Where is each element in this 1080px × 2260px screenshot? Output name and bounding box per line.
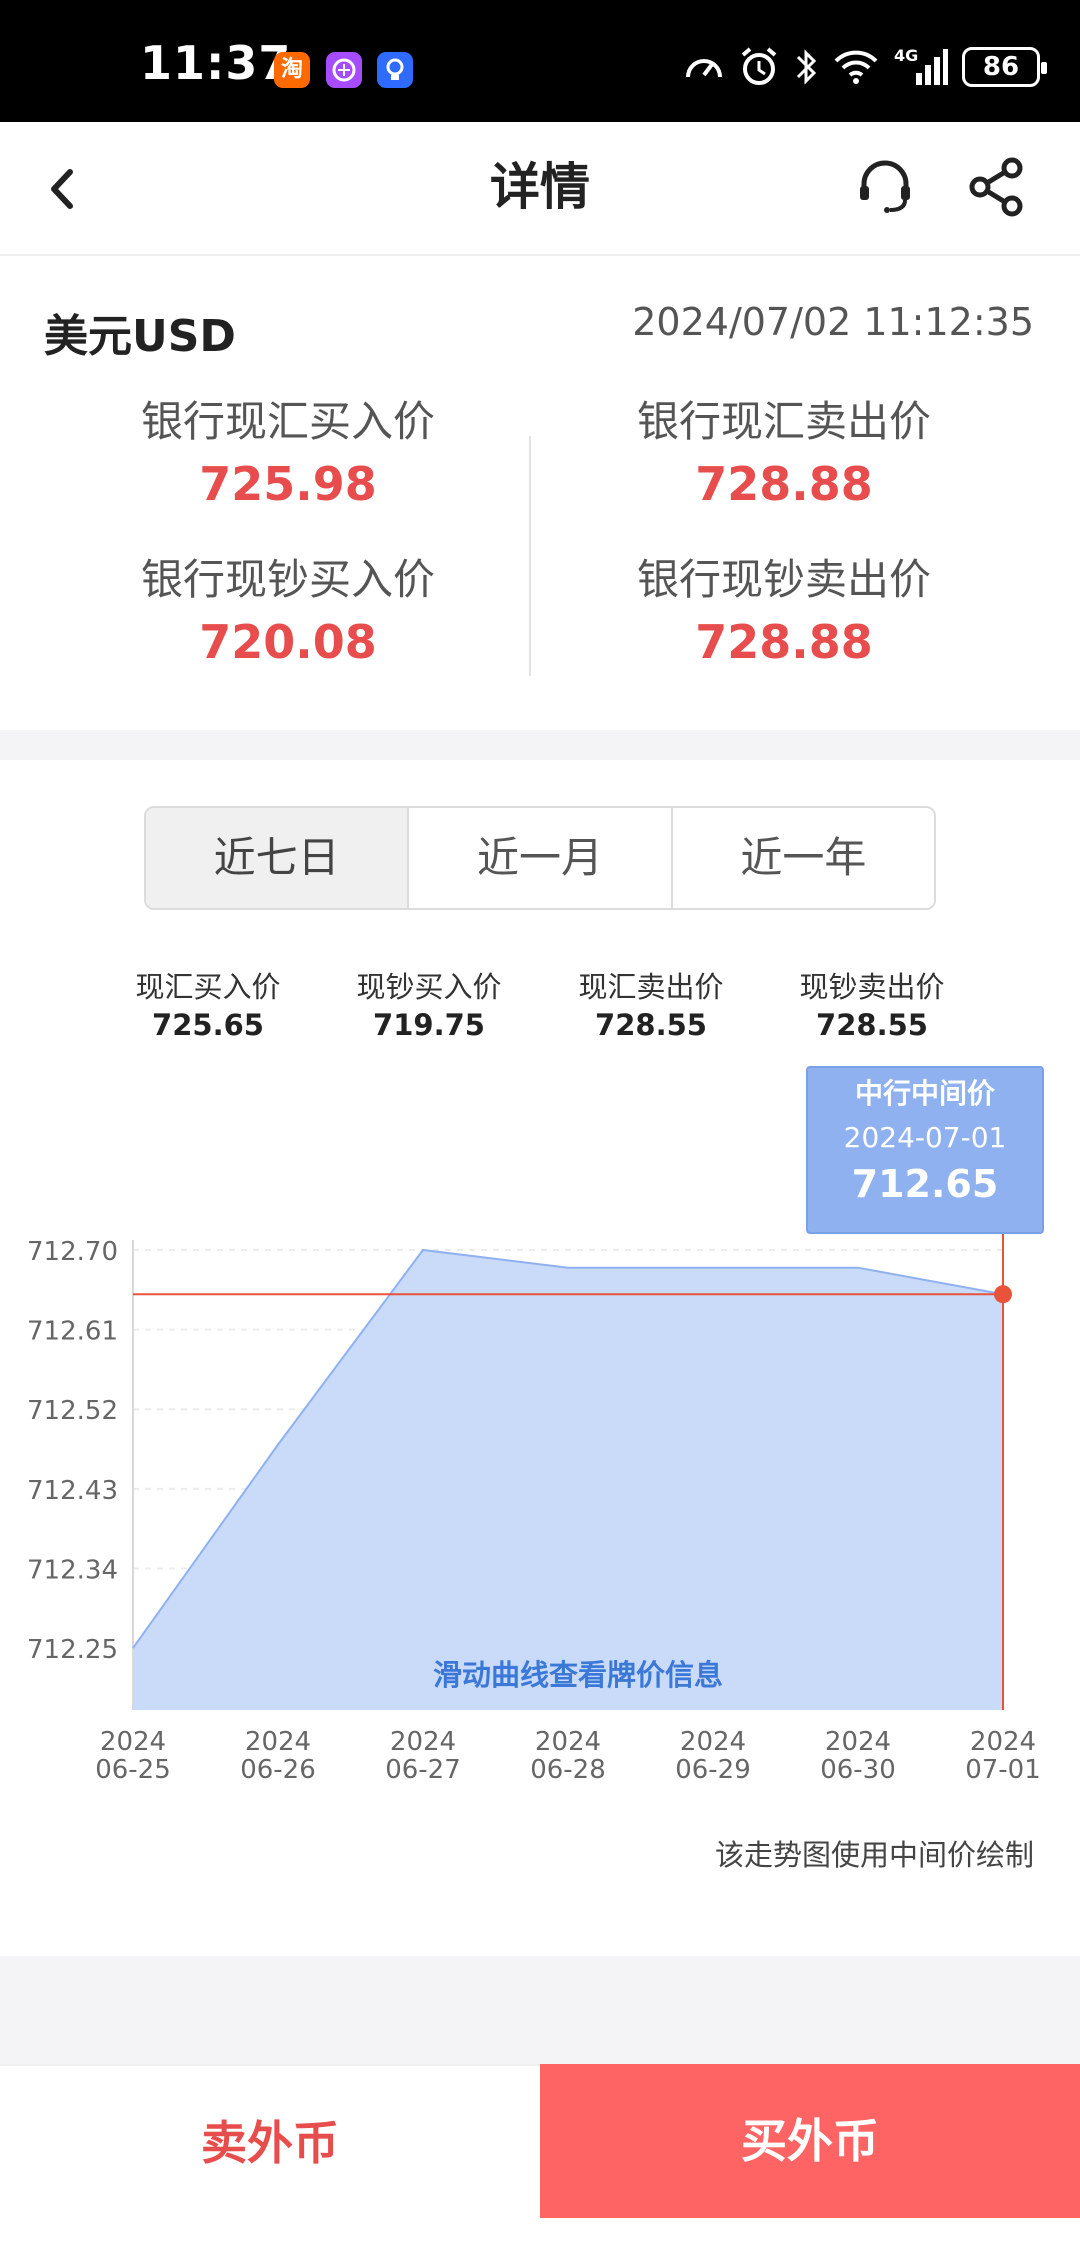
back-button[interactable] — [30, 154, 100, 224]
battery-cap — [1041, 62, 1047, 74]
buy-foreign-currency-button[interactable]: 买外币 — [540, 2064, 1080, 2218]
x-tick-date: 06-29 — [675, 1755, 751, 1785]
tooltip-title: 中行中间价 — [854, 1077, 995, 1110]
y-tick-label: 712.70 — [27, 1237, 118, 1267]
x-tick-year: 2024 — [535, 1727, 601, 1757]
bluetooth-icon — [796, 49, 817, 85]
bottom-action-bar: 卖外币 买外币 — [0, 2064, 1080, 2218]
network-label: 4G — [894, 46, 918, 65]
highlight-point — [994, 1285, 1012, 1304]
x-tick-date: 06-27 — [385, 1755, 461, 1785]
share-icon — [969, 157, 1023, 217]
tooltip-value: 712.65 — [851, 1162, 999, 1206]
y-tick-label: 712.61 — [27, 1317, 118, 1347]
wifi-icon — [834, 50, 878, 84]
tooltip-date: 2024-07-01 — [843, 1121, 1007, 1154]
battery-icon: 86 — [962, 47, 1047, 87]
rate-value: 728.88 — [695, 615, 873, 669]
x-tick-year: 2024 — [100, 1727, 166, 1757]
spot-buy-rate: 银行现汇买入价 725.98 — [28, 392, 548, 516]
battery-level: 86 — [982, 52, 1020, 82]
taobao-icon: 淘 — [274, 52, 310, 88]
x-tick-date: 06-30 — [820, 1755, 896, 1785]
bottom-gap — [0, 1956, 1080, 2064]
x-tick-year: 2024 — [680, 1727, 746, 1757]
taobao-glyph: 淘 — [280, 57, 303, 82]
y-tick-label: 712.25 — [27, 1635, 118, 1665]
customer-service-icon — [860, 160, 910, 213]
x-tick-year: 2024 — [245, 1727, 311, 1757]
x-tick-date: 06-26 — [240, 1755, 316, 1785]
x-tick-date: 06-28 — [530, 1755, 606, 1785]
status-icons: 4G 86 — [670, 44, 1047, 90]
purple-app-icon — [326, 52, 362, 88]
lightbulb-app-icon — [377, 52, 413, 88]
trend-chart-section: 近七日 近一月 近一年 现汇买入价 725.65 现钞买入价 719.75 现汇… — [0, 760, 1080, 1956]
nav-bar: 详情 — [0, 122, 1080, 256]
x-tick-date: 06-25 — [95, 1755, 171, 1785]
section-gap — [0, 730, 1080, 760]
rate-label: 银行现汇买入价 — [140, 397, 435, 446]
page-title: 详情 — [490, 158, 590, 216]
y-tick-label: 712.34 — [27, 1555, 118, 1585]
y-tick-label: 712.52 — [27, 1396, 118, 1426]
y-tick-label: 712.43 — [27, 1476, 118, 1506]
x-tick-year: 2024 — [825, 1727, 891, 1757]
cash-buy-rate: 银行现钞买入价 720.08 — [28, 550, 548, 674]
rate-value: 728.88 — [695, 457, 873, 511]
rate-timestamp: 2024/07/02 11:12:35 — [632, 300, 1034, 344]
system-nav-area — [0, 2218, 1080, 2260]
back-icon — [51, 169, 73, 209]
rate-value: 725.98 — [199, 457, 377, 511]
share-button[interactable] — [962, 152, 1032, 222]
sell-foreign-currency-button[interactable]: 卖外币 — [0, 2064, 540, 2218]
x-tick-year: 2024 — [390, 1727, 456, 1757]
spot-sell-rate: 银行现汇卖出价 728.88 — [524, 392, 1044, 516]
cash-sell-rate: 银行现钞卖出价 728.88 — [524, 550, 1044, 674]
chart-note: 该走势图使用中间价绘制 — [714, 1838, 1034, 1872]
rate-label: 银行现钞卖出价 — [636, 555, 931, 604]
customer-service-button[interactable] — [850, 152, 920, 222]
rate-label: 银行现钞买入价 — [140, 555, 435, 604]
speedometer-icon — [686, 59, 722, 78]
x-tick-date: 07-01 — [965, 1755, 1041, 1785]
rate-value: 720.08 — [199, 615, 377, 669]
currency-name: 美元USD — [44, 311, 236, 362]
area-fill — [133, 1250, 1003, 1710]
chart-hint: 滑动曲线查看牌价信息 — [432, 1658, 723, 1692]
x-tick-year: 2024 — [970, 1727, 1036, 1757]
signal-icon: 4G — [894, 46, 948, 85]
rate-label: 银行现汇卖出价 — [636, 397, 931, 446]
status-bar: 11:37 淘 4G 86 — [0, 0, 1080, 122]
status-time: 11:37 — [140, 36, 292, 90]
chart-tooltip: 中行中间价 2024-07-01 712.65 — [806, 1066, 1044, 1234]
alarm-icon — [741, 47, 777, 85]
rate-card: 美元USD 2024/07/02 11:12:35 银行现汇买入价 725.98… — [0, 256, 1080, 730]
